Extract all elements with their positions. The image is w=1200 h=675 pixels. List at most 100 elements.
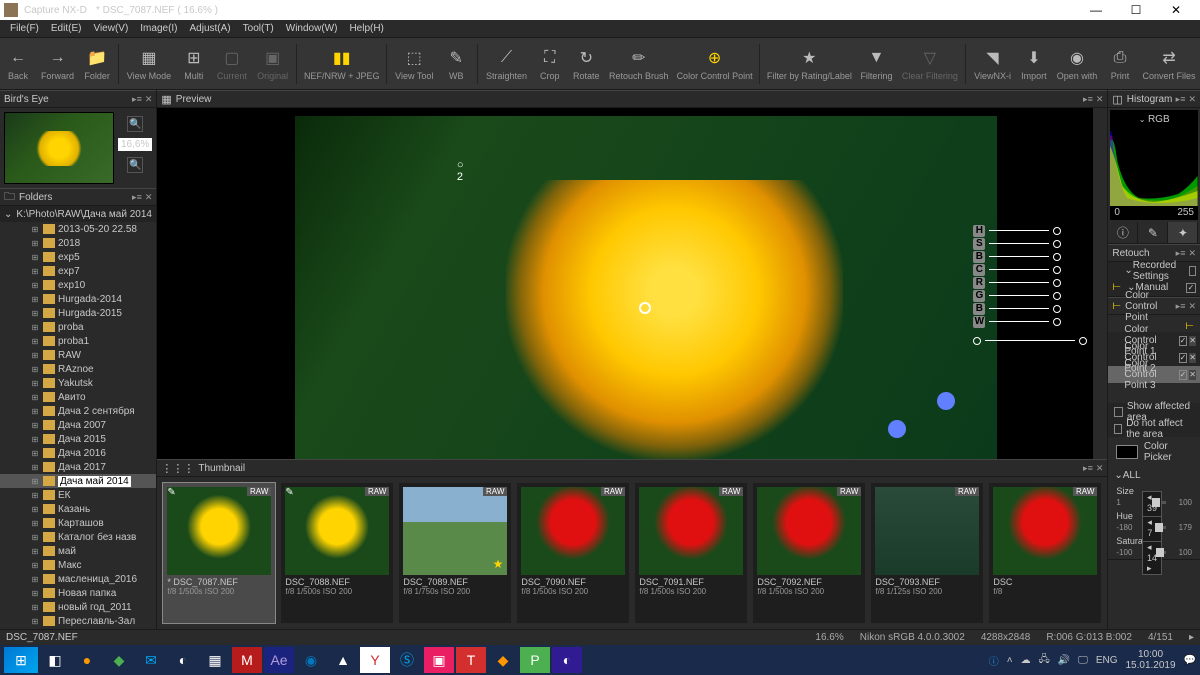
menu-tool[interactable]: Tool(T) xyxy=(237,23,280,34)
color-swatch[interactable] xyxy=(1116,445,1137,459)
ccp-slider-overlay[interactable]: HSBCRGBW xyxy=(973,224,1087,347)
menu-file[interactable]: File(F) xyxy=(4,23,45,34)
filter-rating-button[interactable]: ★Filter by Rating/Label xyxy=(763,39,855,89)
folder-item[interactable]: ⊞Переславль-Зал xyxy=(0,614,156,628)
task-app-8[interactable]: ◉ xyxy=(296,647,326,673)
recorded-settings-row[interactable]: ⌄Recorded Settings xyxy=(1108,262,1200,279)
task-app-6[interactable]: M xyxy=(232,647,262,673)
thumbnail-item[interactable]: RAW✎* DSC_7087.NEFf/8 1/500s ISO 200 xyxy=(163,483,275,623)
menu-help[interactable]: Help(H) xyxy=(343,23,389,34)
current-button[interactable]: ▢Current xyxy=(212,39,252,89)
straighten-button[interactable]: ⟋Straighten xyxy=(481,39,532,89)
retouch-brush-button[interactable]: ✏Retouch Brush xyxy=(605,39,673,89)
forward-button[interactable]: →Forward xyxy=(36,39,79,89)
folder-item[interactable]: ⊞ЕК xyxy=(0,488,156,502)
system-tray[interactable]: ⓘ ˄ ☁ 🖧 🔊 🖵 ENG 10:0015.01.2019 💬 xyxy=(989,649,1196,671)
menu-edit[interactable]: Edit(E) xyxy=(45,23,88,34)
task-app-15[interactable]: P xyxy=(520,647,550,673)
folder-item[interactable]: ⊞Hurgada-2015 xyxy=(0,306,156,320)
status-next-icon[interactable]: ▸ xyxy=(1189,632,1194,643)
view-mode-button[interactable]: ▦View Mode xyxy=(122,39,176,89)
folder-item[interactable]: ⊞Карташов xyxy=(0,516,156,530)
folder-item[interactable]: ⊞Каталог без назв xyxy=(0,530,156,544)
thumbnail-item[interactable]: RAWDSCf/8 xyxy=(989,483,1101,623)
task-app-1[interactable]: ● xyxy=(72,647,102,673)
task-app-10[interactable]: Y xyxy=(360,647,390,673)
rotate-button[interactable]: ↻Rotate xyxy=(568,39,605,89)
tray-cloud-icon[interactable]: ☁ xyxy=(1021,655,1031,666)
thumbnail-item[interactable]: RAW✎DSC_7088.NEFf/8 1/500s ISO 200 xyxy=(281,483,393,623)
import-button[interactable]: ⬇Import xyxy=(1016,39,1052,89)
slider-size[interactable]: Size1◂ 39 ▸100 xyxy=(1108,484,1200,509)
menu-adjust[interactable]: Adjust(A) xyxy=(184,23,237,34)
add-ccp-icon[interactable]: ⊢ xyxy=(1185,321,1194,332)
folder-item[interactable]: ⊞exp5 xyxy=(0,250,156,264)
folder-item[interactable]: ⊞Hurgada-2014 xyxy=(0,292,156,306)
ccp-point-row[interactable]: Color Control Point 3✕ xyxy=(1108,366,1200,383)
task-app-2[interactable]: ◆ xyxy=(104,647,134,673)
folder-item[interactable]: ⊞2018 xyxy=(0,236,156,250)
task-app-4[interactable]: ◐ xyxy=(168,647,198,673)
task-app-3[interactable]: ✉ xyxy=(136,647,166,673)
not-affect-checkbox[interactable]: Do not affect the area xyxy=(1108,420,1200,437)
tab-info[interactable]: ⓘ xyxy=(1108,222,1138,243)
thumbnail-item[interactable]: RAWDSC_7093.NEFf/8 1/125s ISO 200 xyxy=(871,483,983,623)
folder-tree[interactable]: ⊞2013-05-20 22.58⊞2018⊞exp5⊞exp7⊞exp10⊞H… xyxy=(0,222,156,629)
folder-item[interactable]: ⊞Новая папка xyxy=(0,586,156,600)
back-button[interactable]: ←Back xyxy=(0,39,36,89)
folder-item[interactable]: ⊞RAW xyxy=(0,348,156,362)
menu-view[interactable]: View(V) xyxy=(87,23,134,34)
tray-notification-icon[interactable]: ⓘ xyxy=(989,653,999,668)
color-picker-row[interactable]: Color Picker xyxy=(1108,437,1200,467)
task-app-13[interactable]: T xyxy=(456,647,486,673)
tray-network-icon[interactable]: 🖧 xyxy=(1039,652,1050,669)
zoom-value[interactable]: 16,6% xyxy=(118,138,152,151)
ccp-panel-header[interactable]: ⊢Color Control Point▸≡✕ xyxy=(1108,297,1200,315)
menu-image[interactable]: Image(I) xyxy=(134,23,183,34)
panel-menu-icon[interactable]: ▸≡ xyxy=(132,94,142,105)
print-button[interactable]: ⎙Print xyxy=(1102,39,1138,89)
folder-button[interactable]: 📁Folder xyxy=(79,39,115,89)
task-app-5[interactable]: ▦ xyxy=(200,647,230,673)
task-app-14[interactable]: ◆ xyxy=(488,647,518,673)
preview-canvas[interactable]: ○ 2 HSBCRGBW xyxy=(157,108,1107,459)
tray-up-icon[interactable]: ˄ xyxy=(1007,655,1013,666)
task-app-7[interactable]: Ae xyxy=(264,647,294,673)
menu-window[interactable]: Window(W) xyxy=(280,23,344,34)
folder-item[interactable]: ⊞Дача 2016 xyxy=(0,446,156,460)
folder-item[interactable]: ⊞Дача 2 сентября xyxy=(0,404,156,418)
wb-button[interactable]: ✎WB xyxy=(438,39,474,89)
view-tool-button[interactable]: ⬚View Tool xyxy=(390,39,438,89)
taskview-button[interactable]: ◧ xyxy=(40,647,70,673)
zoom-in-button[interactable]: 🔍 xyxy=(127,116,143,132)
thumbnail-item[interactable]: RAW★DSC_7089.NEFf/8 1/750s ISO 200 xyxy=(399,483,511,623)
folder-item[interactable]: ⊞RAznoe xyxy=(0,362,156,376)
crop-button[interactable]: ⛶Crop xyxy=(532,39,568,89)
folder-item[interactable]: ⊞Авито xyxy=(0,390,156,404)
folder-item[interactable]: ⊞май xyxy=(0,544,156,558)
tray-action-center-icon[interactable]: 💬 xyxy=(1184,655,1196,666)
folder-item[interactable]: ⊞Дача май 2014 xyxy=(0,474,156,488)
zoom-out-button[interactable]: 🔍 xyxy=(127,157,143,173)
thumbnail-item[interactable]: RAWDSC_7091.NEFf/8 1/500s ISO 200 xyxy=(635,483,747,623)
folder-item[interactable]: ⊞Казань xyxy=(0,502,156,516)
preview-scrollbar[interactable] xyxy=(1093,108,1107,459)
multi-button[interactable]: ⊞Multi xyxy=(176,39,212,89)
folders-path[interactable]: ⌄K:\Photo\RAW\Дача май 2014 xyxy=(0,206,156,222)
convert-button[interactable]: ⇄Convert Files xyxy=(1138,39,1200,89)
viewnx-button[interactable]: ◥ViewNX-i xyxy=(969,39,1016,89)
ccp-point-2-marker[interactable]: ○ 2 xyxy=(457,159,464,183)
folder-item[interactable]: ⊞Дача 2017 xyxy=(0,460,156,474)
task-app-16[interactable]: ◐ xyxy=(552,647,582,673)
folder-item[interactable]: ⊞Yakutsk xyxy=(0,376,156,390)
tray-volume-icon[interactable]: 🔊 xyxy=(1058,655,1070,666)
panel-close-icon[interactable]: ✕ xyxy=(145,94,153,105)
maximize-button[interactable]: ☐ xyxy=(1116,0,1156,20)
tab-edit[interactable]: ✎ xyxy=(1138,222,1168,243)
tray-lang[interactable]: ENG xyxy=(1096,655,1118,666)
folder-item[interactable]: ⊞новый год_2011 xyxy=(0,600,156,614)
folder-item[interactable]: ⊞Дача 2007 xyxy=(0,418,156,432)
filtering-button[interactable]: ▼Filtering xyxy=(855,39,897,89)
task-app-12[interactable]: ▣ xyxy=(424,647,454,673)
folder-item[interactable]: ⊞exp10 xyxy=(0,278,156,292)
